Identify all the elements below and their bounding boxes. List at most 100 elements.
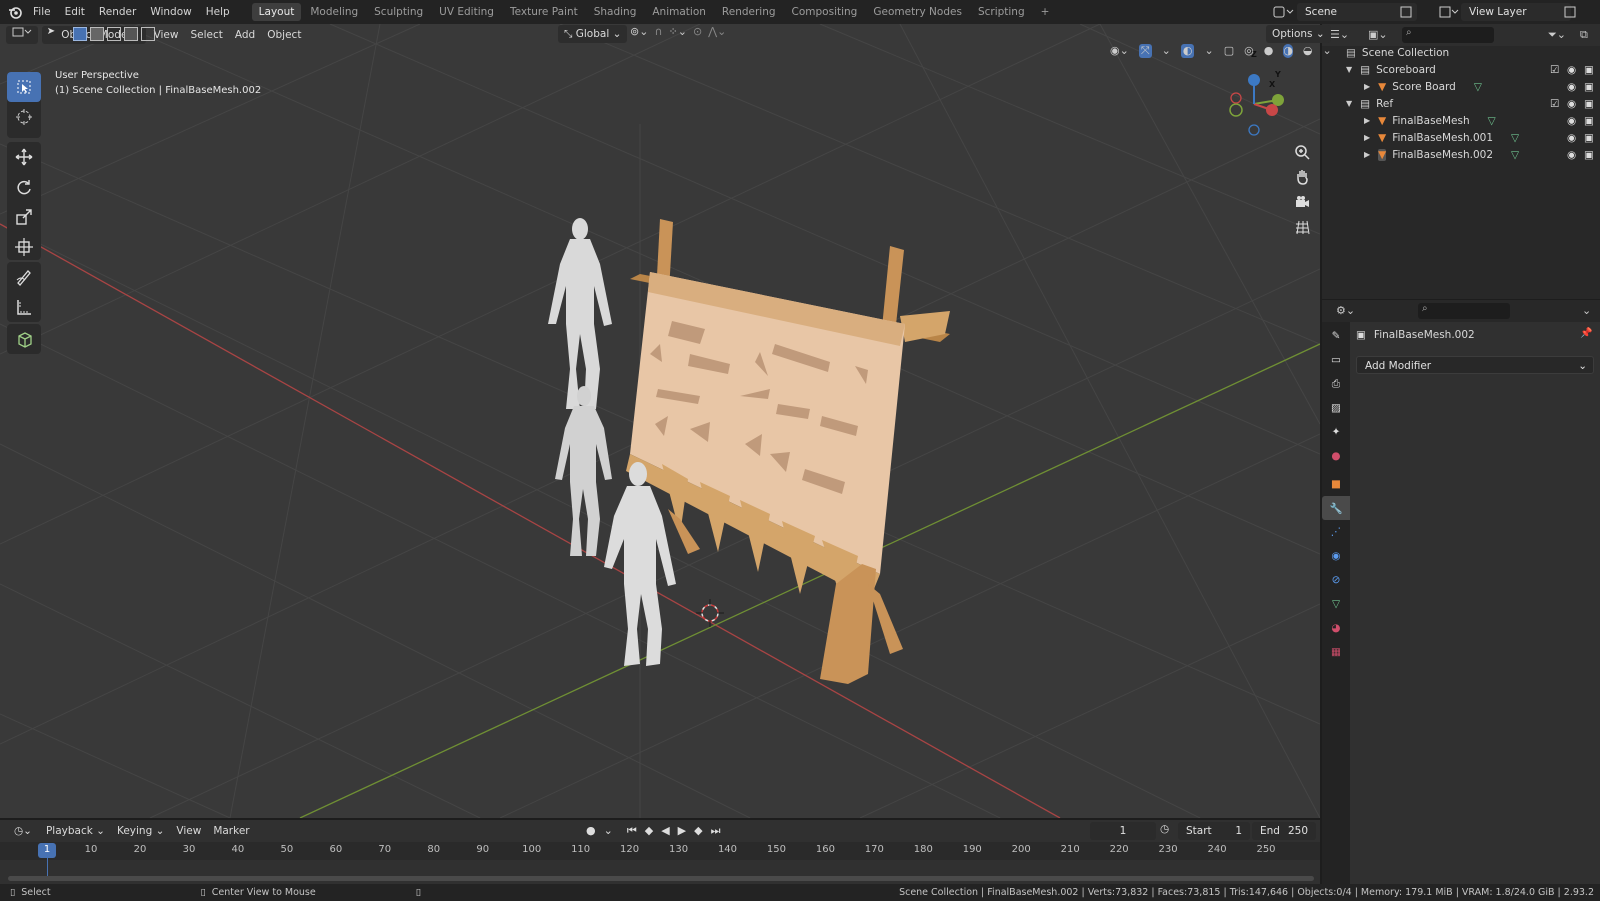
outliner-item-finalbasemesh[interactable]: ▶ ▼ FinalBaseMesh ▽ ◉ ▣ xyxy=(1322,112,1600,129)
expand-arrow-icon[interactable]: ▼ xyxy=(1346,65,1352,74)
eye-icon[interactable]: ◉ xyxy=(1567,115,1576,127)
chevron-down-icon[interactable]: ⌄ xyxy=(1323,44,1332,58)
camera-view-icon[interactable] xyxy=(1290,190,1314,214)
timeline-scrollbar[interactable] xyxy=(8,876,1314,881)
current-frame-field[interactable]: 1 xyxy=(1090,822,1156,840)
timeline-menu-view[interactable]: View xyxy=(170,825,207,837)
solid-shading-icon[interactable]: ● xyxy=(1264,44,1274,58)
tab-shading[interactable]: Shading xyxy=(587,3,644,21)
mesh-data-icon[interactable]: ▽ xyxy=(1474,81,1482,93)
scale-icon[interactable] xyxy=(7,202,41,232)
gizmo-toggle-icon[interactable]: ⤧ xyxy=(1138,44,1152,58)
blender-logo-icon[interactable] xyxy=(4,0,26,24)
expand-arrow-icon[interactable]: ▼ xyxy=(1346,99,1352,108)
play-reverse-icon[interactable]: ◀ xyxy=(661,824,669,838)
select-extend-icon[interactable] xyxy=(90,27,104,41)
pan-hand-icon[interactable] xyxy=(1290,165,1314,189)
snap-magnet-icon[interactable]: ∩ xyxy=(654,25,662,38)
expand-arrow-icon[interactable]: ▶ xyxy=(1364,116,1370,125)
physics-props-icon[interactable]: ◉ xyxy=(1322,544,1350,568)
3d-viewport[interactable]: User Perspective (1) Scene Collection | … xyxy=(0,24,1320,818)
eye-icon[interactable]: ◉ xyxy=(1567,149,1576,161)
timeline-editor-type-icon[interactable]: ◷⌄ xyxy=(8,822,38,840)
outliner-item-scoreboard[interactable]: ▼ ▤ Scoreboard ☑ ◉ ▣ xyxy=(1322,61,1600,78)
chevron-down-icon[interactable]: ⌄ xyxy=(1204,44,1213,58)
expand-arrow-icon[interactable]: ▶ xyxy=(1364,133,1370,142)
render-camera-icon[interactable]: ▣ xyxy=(1584,98,1594,110)
outliner-item-score-board[interactable]: ▶ ▼ Score Board ▽ ◉ ▣ xyxy=(1322,78,1600,95)
tab-compositing[interactable]: Compositing xyxy=(785,3,865,21)
chevron-down-icon[interactable]: ⌄ xyxy=(1582,304,1591,317)
falloff-icon[interactable]: ⋀⌄ xyxy=(708,25,726,38)
render-camera-icon[interactable]: ▣ xyxy=(1584,81,1594,93)
gizmo-y-label[interactable]: Y xyxy=(1275,70,1281,79)
viewport-menu-object[interactable]: Object xyxy=(261,29,307,41)
ortho-toggle-icon[interactable] xyxy=(1290,215,1314,239)
select-subtract-icon[interactable] xyxy=(107,27,121,41)
particles-props-icon[interactable]: ⋰ xyxy=(1322,520,1350,544)
expand-arrow-icon[interactable]: ▶ xyxy=(1364,82,1370,91)
eye-icon[interactable]: ◉ xyxy=(1567,81,1576,93)
render-props-icon[interactable]: ▭ xyxy=(1322,348,1350,372)
rendered-shading-icon[interactable]: ◒ xyxy=(1303,44,1313,58)
tab-uv-editing[interactable]: UV Editing xyxy=(432,3,501,21)
mesh-data-icon[interactable]: ▽ xyxy=(1488,115,1496,127)
tool-settings-icon[interactable]: ✎ xyxy=(1322,324,1350,348)
menu-edit[interactable]: Edit xyxy=(58,0,92,24)
play-icon[interactable]: ▶ xyxy=(678,824,686,838)
outliner-item-finalbasemesh-001[interactable]: ▶ ▼ FinalBaseMesh.001 ▽ ◉ ▣ xyxy=(1322,129,1600,146)
render-camera-icon[interactable]: ▣ xyxy=(1584,64,1594,76)
constraints-props-icon[interactable]: ⊘ xyxy=(1322,568,1350,592)
overlay-toggle-icon[interactable]: ◐ xyxy=(1180,44,1195,58)
material-shading-icon[interactable]: ◑ xyxy=(1283,44,1293,58)
next-keyframe-icon[interactable]: ◆ xyxy=(694,824,702,838)
menu-window[interactable]: Window xyxy=(143,0,198,24)
mesh-data-icon[interactable]: ▽ xyxy=(1511,132,1519,144)
render-camera-icon[interactable]: ▣ xyxy=(1584,115,1594,127)
outliner-root[interactable]: ▤ Scene Collection xyxy=(1322,44,1600,61)
tab-animation[interactable]: Animation xyxy=(645,3,713,21)
display-mode-icon[interactable]: ▣⌄ xyxy=(1368,28,1388,41)
new-scene-icon[interactable] xyxy=(1399,5,1413,19)
options-button[interactable]: Options ⌄ xyxy=(1266,25,1331,43)
add-workspace-button[interactable]: + xyxy=(1034,3,1057,21)
prev-keyframe-icon[interactable]: ◆ xyxy=(645,824,653,838)
menu-render[interactable]: Render xyxy=(92,0,143,24)
timeline-menu-marker[interactable]: Marker xyxy=(207,825,255,837)
checkbox-icon[interactable]: ☑ xyxy=(1550,64,1559,76)
view-layer-field[interactable]: View Layer xyxy=(1461,3,1571,21)
cursor-icon[interactable] xyxy=(7,102,41,132)
mesh-data-props-icon[interactable]: ▽ xyxy=(1322,592,1350,616)
tweak-tool-icon[interactable]: ➤ xyxy=(42,26,60,42)
eye-icon[interactable]: ◉ xyxy=(1567,98,1576,110)
timeline-menu-keying[interactable]: Keying ⌄ xyxy=(111,825,170,837)
add-cube-icon[interactable] xyxy=(7,324,41,354)
eye-icon[interactable]: ◉ xyxy=(1567,64,1576,76)
timeline-menu-playback[interactable]: Playback ⌄ xyxy=(40,825,111,837)
eye-icon[interactable]: ◉ xyxy=(1567,132,1576,144)
gizmo-x-label[interactable]: X xyxy=(1269,80,1275,89)
chevron-down-icon[interactable]: ⌄ xyxy=(1162,44,1171,58)
new-view-layer-icon[interactable] xyxy=(1563,5,1577,19)
tab-geometry-nodes[interactable]: Geometry Nodes xyxy=(866,3,969,21)
tab-scripting[interactable]: Scripting xyxy=(971,3,1032,21)
chevron-down-icon[interactable]: ⌄ xyxy=(604,824,613,838)
add-modifier-dropdown[interactable]: Add Modifier ⌄ xyxy=(1356,356,1594,374)
object-props-icon[interactable]: ■ xyxy=(1322,472,1350,496)
visibility-selector-icon[interactable]: ◉⌄ xyxy=(1110,44,1129,58)
tab-layout[interactable]: Layout xyxy=(251,3,302,21)
outliner-item-ref[interactable]: ▼ ▤ Ref ☑ ◉ ▣ xyxy=(1322,95,1600,112)
filter-icon[interactable]: ⏷⌄ xyxy=(1548,28,1566,42)
pivot-snap-group[interactable]: ⊚⌄ ∩ ⁘⌄ ⊙ ⋀⌄ xyxy=(630,25,726,38)
viewport-menu-add[interactable]: Add xyxy=(229,29,261,41)
select-mode-group[interactable]: ➤ xyxy=(42,26,155,42)
rotate-icon[interactable] xyxy=(7,172,41,202)
scene-selector-icon[interactable] xyxy=(1272,4,1294,20)
move-icon[interactable] xyxy=(7,142,41,172)
output-props-icon[interactable]: ⎙ xyxy=(1322,372,1350,396)
new-collection-icon[interactable]: ⧉ xyxy=(1580,28,1588,42)
world-props-icon[interactable]: ● xyxy=(1322,444,1350,468)
snap-grid-icon[interactable]: ⁘⌄ xyxy=(669,25,687,38)
tab-modeling[interactable]: Modeling xyxy=(303,3,365,21)
jump-end-icon[interactable]: ⏭ xyxy=(711,824,721,838)
